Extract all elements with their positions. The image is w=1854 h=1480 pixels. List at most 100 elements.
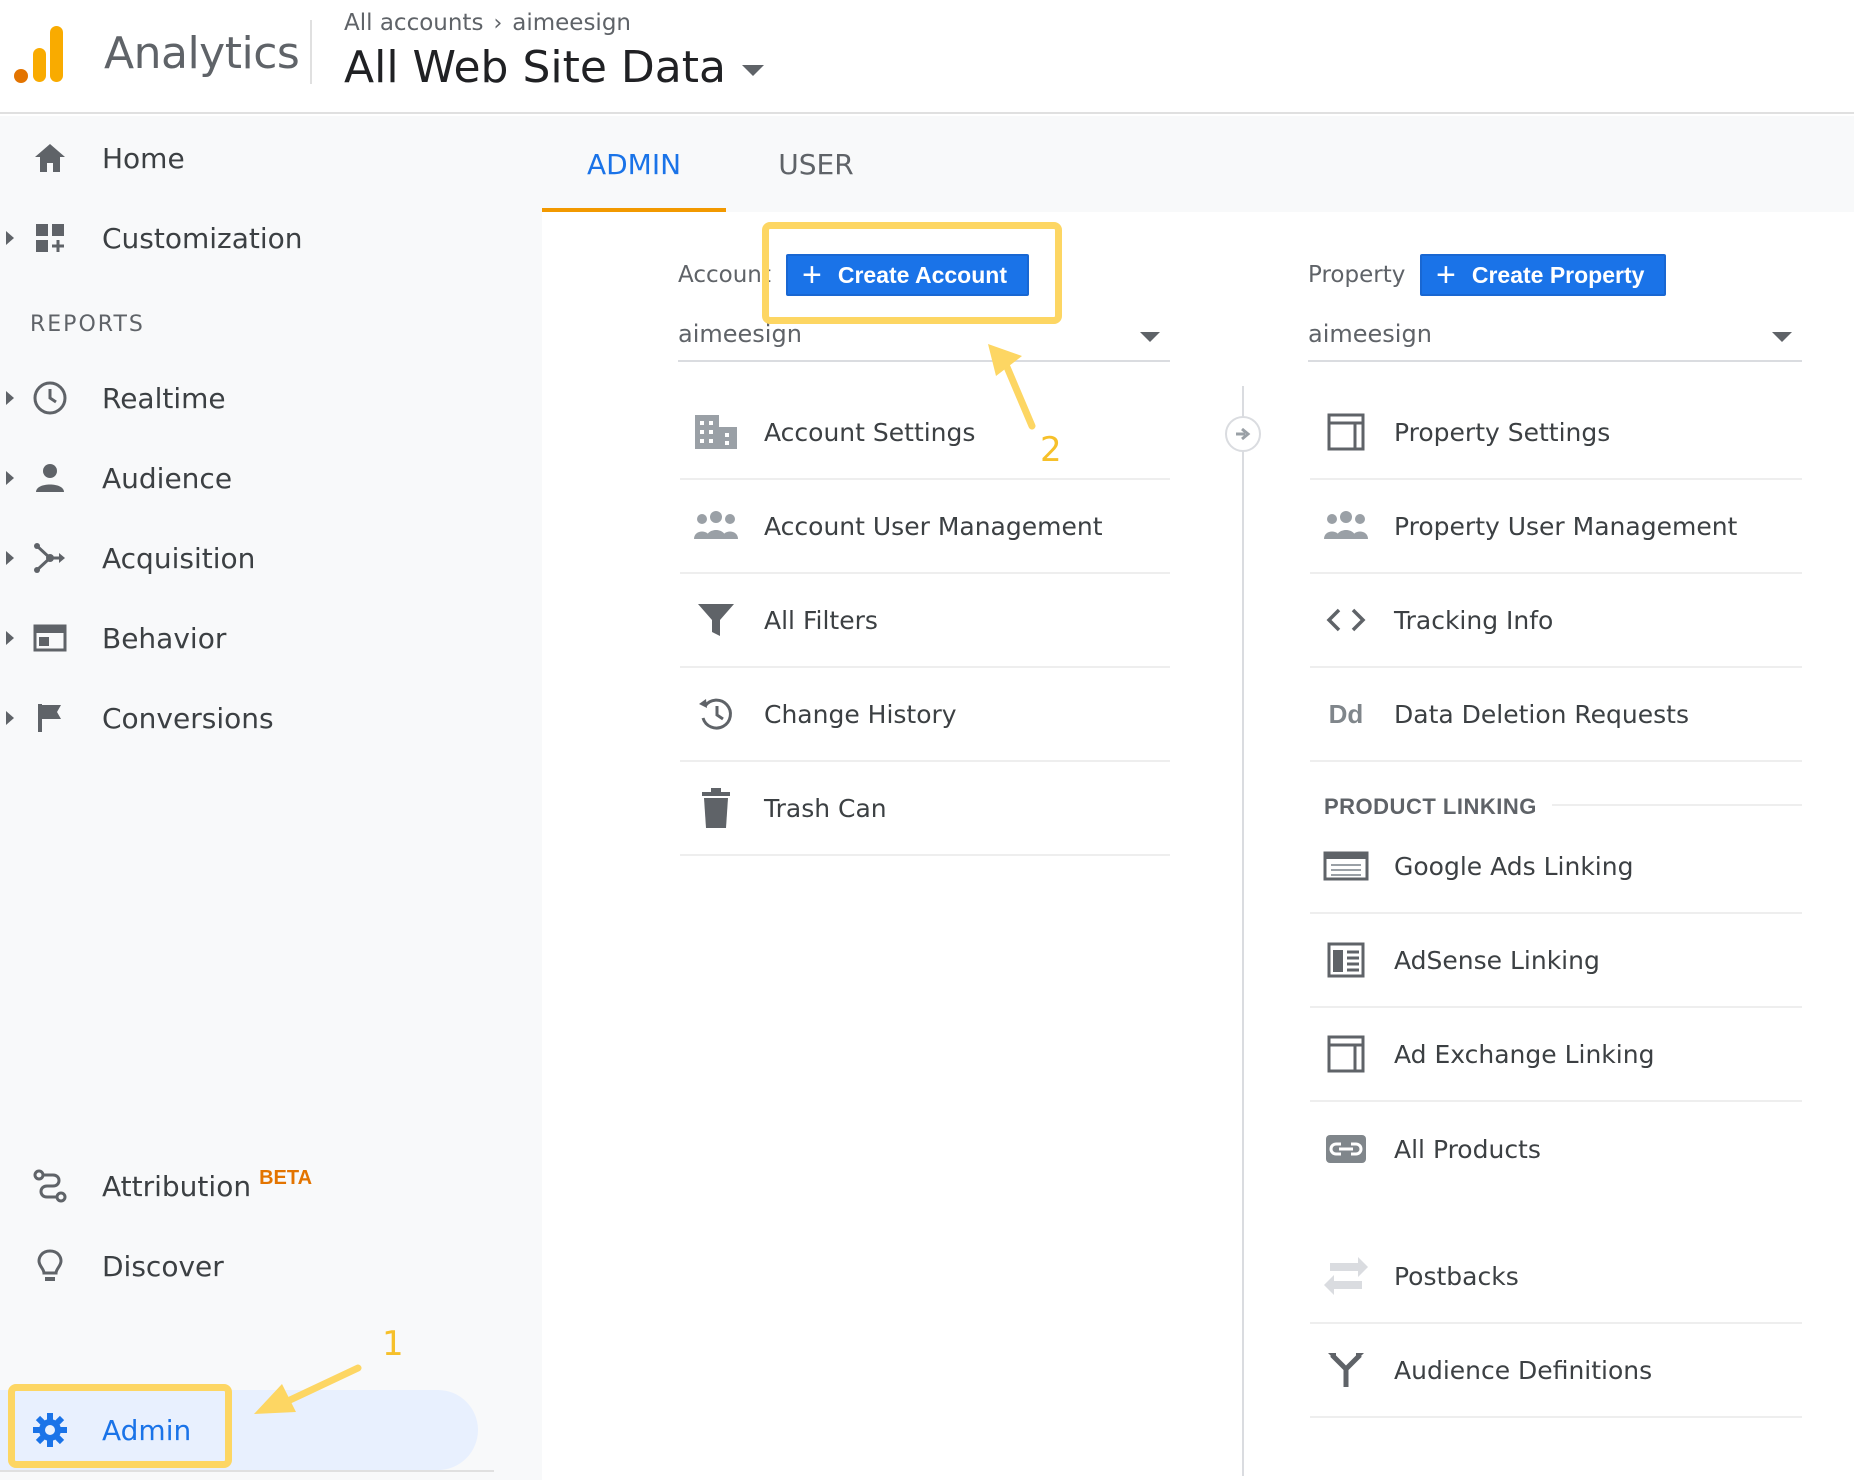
google-ads-linking-item[interactable]: Google Ads Linking [1310,820,1802,914]
filter-icon [692,596,740,644]
header-divider [310,20,312,84]
account-column-label: Account [678,262,771,288]
data-deletion-requests-item[interactable]: Dd Data Deletion Requests [1310,668,1802,762]
sidebar-item-label: Conversions [102,701,274,735]
behavior-icon [30,618,70,658]
step-1-number: 1 [382,1324,404,1364]
arrow-right-icon[interactable] [1225,416,1261,452]
menu-item-label: Tracking Info [1394,605,1554,635]
expand-arrow-icon[interactable] [6,391,14,405]
menu-item-label: Trash Can [764,793,887,823]
expand-arrow-icon[interactable] [6,551,14,565]
all-products-item[interactable]: All Products [1310,1102,1802,1196]
link-icon [1322,1125,1370,1173]
create-property-label: Create Property [1471,261,1645,288]
expand-arrow-icon[interactable] [6,711,14,725]
menu-item-label: Account Settings [764,417,976,447]
property-column-label: Property [1308,262,1406,288]
swap-arrows-icon [1322,1252,1370,1300]
history-icon [692,690,740,738]
property-user-management-item[interactable]: Property User Management [1310,480,1802,574]
plus-icon: + [1436,256,1456,294]
account-settings-item[interactable]: Account Settings [680,386,1170,480]
data-deletion-glyph: Dd [1328,698,1364,729]
menu-item-label: Account User Management [764,511,1103,541]
annotation-arrow-icon [254,1364,362,1414]
analytics-logo-icon[interactable] [14,24,64,84]
beta-badge: BETA [259,1166,313,1189]
breadcrumb[interactable]: All accounts › aimeesign [344,10,631,36]
trash-icon [692,784,740,832]
expand-arrow-icon[interactable] [6,471,14,485]
breadcrumb-all-accounts[interactable]: All accounts [344,10,483,36]
adsense-linking-item[interactable]: AdSense Linking [1310,914,1802,1008]
sidebar-item-label: Behavior [102,621,227,655]
account-selector-value: aimeesign [678,320,802,348]
menu-item-label: Ad Exchange Linking [1394,1039,1655,1069]
admin-main: ADMIN USER Account + Create Account aime… [542,116,1854,1480]
sidebar-item-label: Attribution BETA [102,1166,313,1203]
menu-item-label: All Products [1394,1134,1541,1164]
tab-user[interactable]: USER [726,116,906,212]
sidebar-item-label: Audience [102,461,233,495]
audience-definitions-icon [1322,1346,1370,1394]
breadcrumb-account[interactable]: aimeesign [512,10,631,36]
flag-icon [30,698,70,738]
menu-item-label: All Filters [764,605,878,635]
code-icon [1322,596,1370,644]
sidebar-item-attribution[interactable]: Attribution BETA [0,1154,542,1218]
menu-item-label: Google Ads Linking [1394,851,1634,881]
sidebar-item-realtime[interactable]: Realtime [0,366,542,430]
change-history-item[interactable]: Change History [680,668,1170,762]
audience-definitions-item[interactable]: Audience Definitions [1310,1324,1802,1418]
home-icon [30,138,70,178]
property-selector-value: aimeesign [1308,320,1432,348]
people-icon [692,502,740,550]
sidebar-item-label: Customization [102,221,303,255]
tab-bar: ADMIN USER [542,116,1854,212]
menu-item-label: Property Settings [1394,417,1611,447]
sidebar-divider [0,1470,494,1472]
adsense-icon [1322,936,1370,984]
trash-can-item[interactable]: Trash Can [680,762,1170,856]
property-selector[interactable]: aimeesign [1308,316,1802,362]
postbacks-item[interactable]: Postbacks [1310,1230,1802,1324]
data-deletion-icon: Dd [1322,690,1370,738]
building-icon [692,408,740,456]
sidebar-item-home[interactable]: Home [0,126,542,190]
sidebar-item-label: Discover [102,1249,224,1283]
highlight-admin [8,1384,232,1468]
expand-arrow-icon[interactable] [6,631,14,645]
people-icon [1322,502,1370,550]
sidebar-item-behavior[interactable]: Behavior [0,606,542,670]
tab-admin[interactable]: ADMIN [542,116,726,212]
sidebar-item-discover[interactable]: Discover [0,1234,542,1298]
sidebar-item-conversions[interactable]: Conversions [0,686,542,750]
sidebar-item-customization[interactable]: Customization [0,206,542,270]
expand-arrow-icon[interactable] [6,231,14,245]
tracking-info-item[interactable]: Tracking Info [1310,574,1802,668]
attribution-icon [30,1166,70,1206]
property-settings-item[interactable]: Property Settings [1310,386,1802,480]
attribution-label: Attribution [102,1169,252,1203]
window-icon [1322,408,1370,456]
chevron-right-icon: › [493,10,503,36]
create-property-button[interactable]: + Create Property [1420,254,1667,296]
ads-icon [1322,842,1370,890]
caret-down-icon [741,65,764,76]
person-icon [30,458,70,498]
all-filters-item[interactable]: All Filters [680,574,1170,668]
view-title: All Web Site Data [344,42,726,93]
menu-item-label: Postbacks [1394,1261,1519,1291]
highlight-create-account [762,222,1062,324]
reports-heading: REPORTS [30,312,145,337]
menu-item-label: Property User Management [1394,511,1738,541]
account-user-management-item[interactable]: Account User Management [680,480,1170,574]
view-selector[interactable]: All Web Site Data [344,42,764,93]
menu-item-label: Audience Definitions [1394,1355,1653,1385]
app-name: Analytics [104,28,300,79]
sidebar-item-acquisition[interactable]: Acquisition [0,526,542,590]
sidebar-item-audience[interactable]: Audience [0,446,542,510]
ad-exchange-linking-item[interactable]: Ad Exchange Linking [1310,1008,1802,1102]
section-divider [1552,804,1802,806]
